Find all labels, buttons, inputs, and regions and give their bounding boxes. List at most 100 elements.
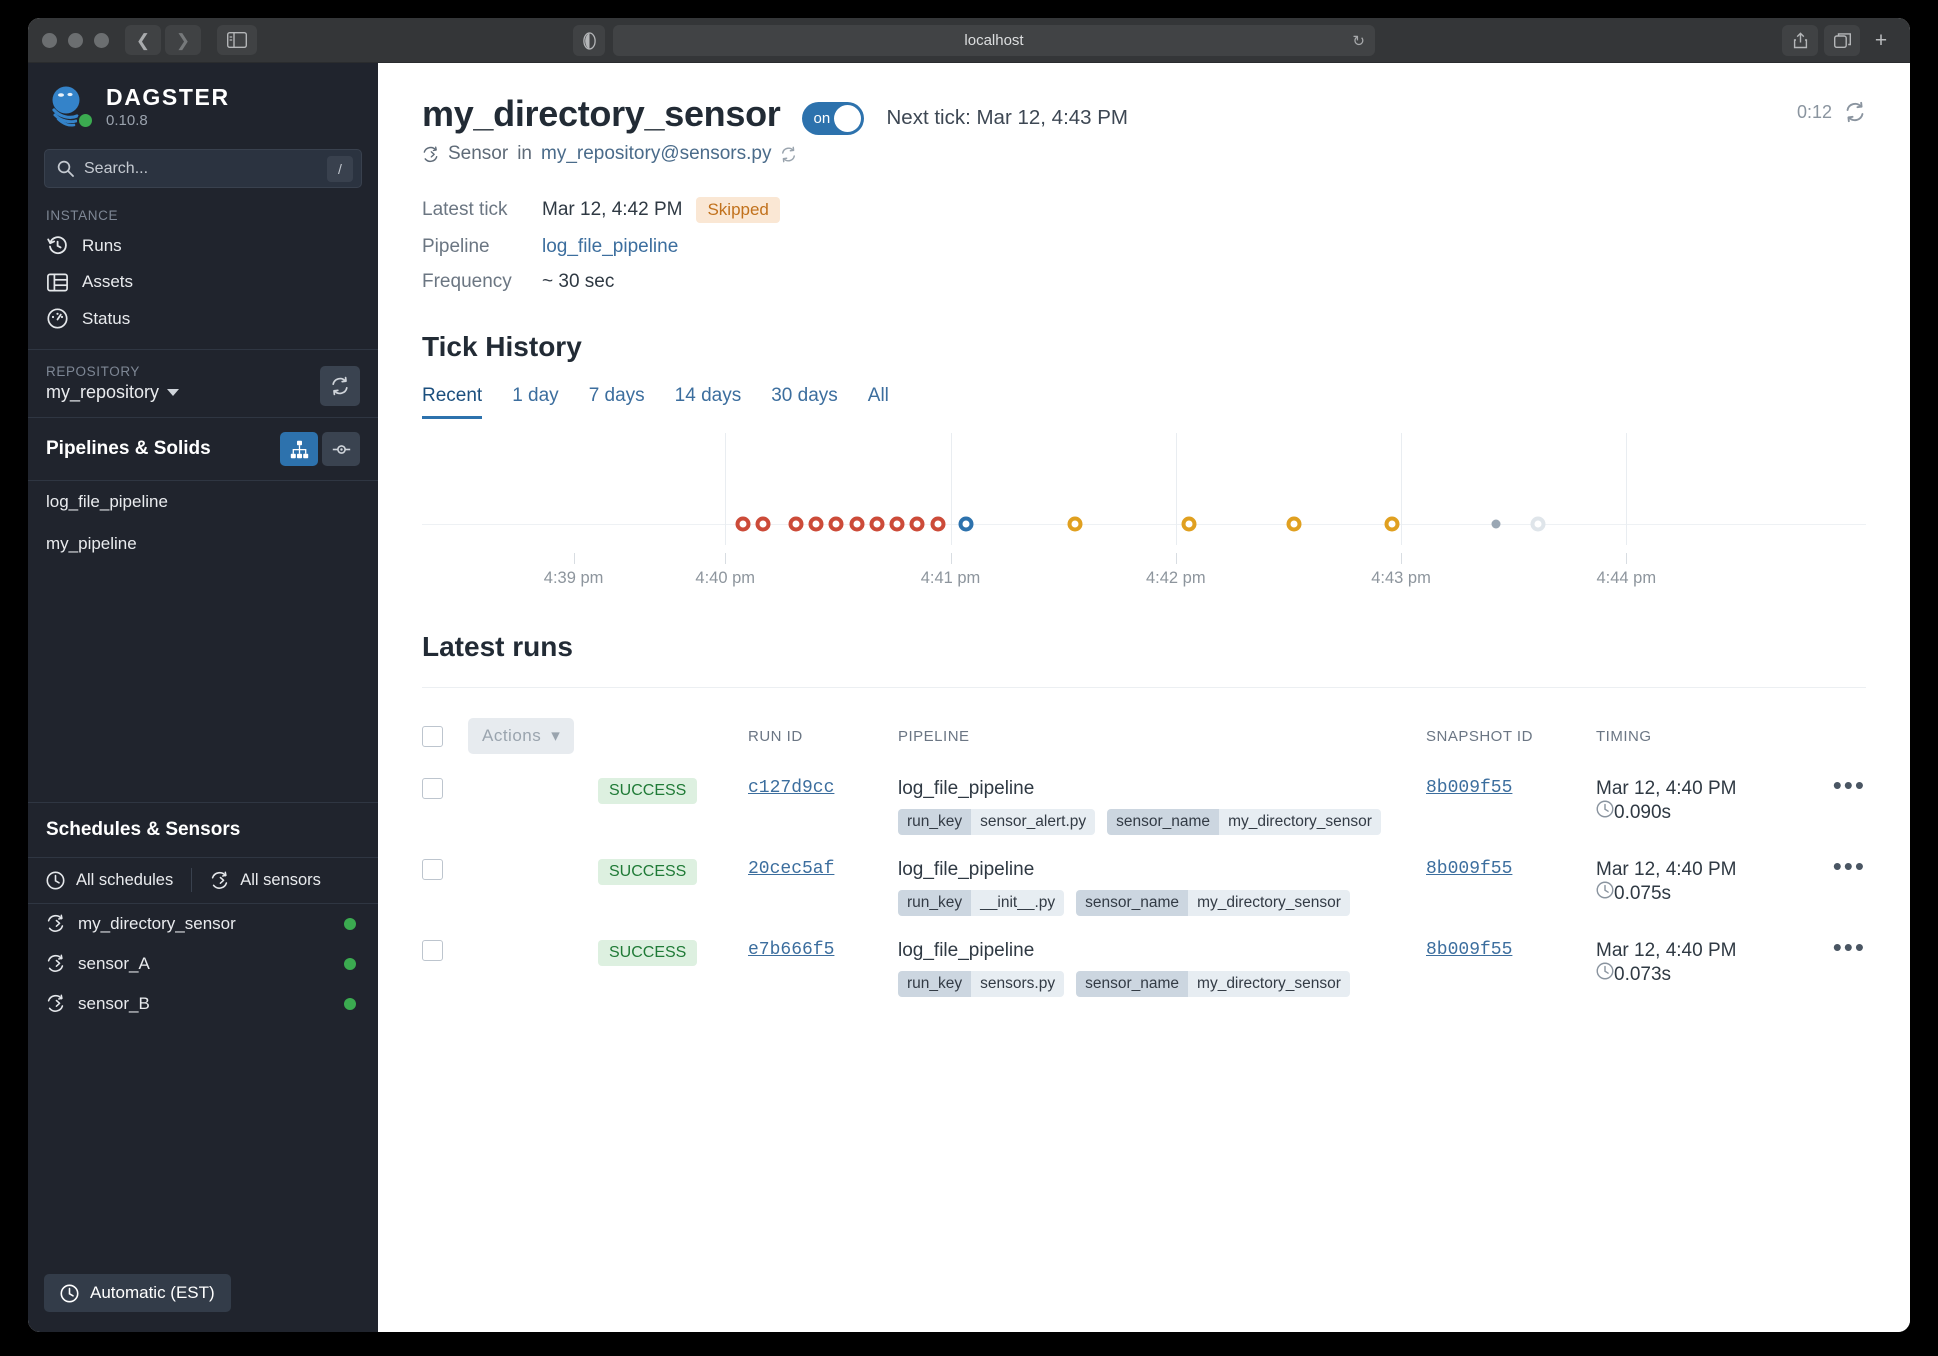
tick-point-started[interactable] [958, 516, 974, 532]
run-tag[interactable]: sensor_name my_directory_sensor [1076, 971, 1350, 997]
timezone-button[interactable]: Automatic (EST) [44, 1274, 231, 1312]
all-sensors-link[interactable]: All sensors [192, 858, 339, 903]
sidebar-sensor-sensor-a[interactable]: sensor_A [28, 944, 378, 984]
row-checkbox[interactable] [422, 940, 443, 961]
tick-point-future[interactable] [1530, 516, 1546, 532]
reload-repository-button[interactable] [320, 366, 360, 406]
pipeline-link[interactable]: log_file_pipeline [542, 236, 678, 258]
tick-point-skipped[interactable] [1286, 516, 1302, 532]
snapshot-id-link[interactable]: 8b009f55 [1426, 778, 1512, 798]
tick-history-chart[interactable]: 4:39 pm 4:40 pm 4:41 pm 4:42 pm 4:43 pm 4:44 … [422, 433, 1866, 587]
sidebar-item-status[interactable]: Status [28, 300, 378, 337]
row-menu-button[interactable]: ••• [1833, 932, 1866, 962]
tick-point-failure[interactable] [788, 516, 804, 532]
gauge-icon [46, 308, 68, 329]
tick-point-failure[interactable] [909, 516, 925, 532]
reload-icon[interactable]: ↻ [1352, 32, 1365, 50]
snapshot-id-link[interactable]: 8b009f55 [1426, 940, 1512, 960]
tick-point-skipped[interactable] [1384, 516, 1400, 532]
tab-1-day[interactable]: 1 day [512, 385, 558, 419]
tag-key: run_key [898, 890, 972, 916]
pipeline-name: log_file_pipeline [898, 940, 1035, 961]
table-row[interactable]: SUCCESS e7b666f5 log_file_pipeline run_key s… [422, 928, 1866, 1009]
sidebar-item-assets[interactable]: Assets [28, 264, 378, 300]
sidebar-sensor-sensor-b[interactable]: sensor_B [28, 984, 378, 1024]
close-window-button[interactable] [42, 32, 57, 48]
sidebar-sensor-my-directory-sensor[interactable]: my_directory_sensor [28, 904, 378, 944]
pipeline-graph-icon [290, 440, 308, 458]
pipelines-view-toggle [280, 432, 360, 466]
tick-point-failure[interactable] [735, 516, 751, 532]
refresh-icon[interactable] [1844, 101, 1866, 123]
table-row[interactable]: SUCCESS c127d9cc log_file_pipeline run_key s… [422, 766, 1866, 847]
tick-point-failure[interactable] [849, 516, 865, 532]
brand-block[interactable]: DAGSTER 0.10.8 [28, 63, 378, 139]
sensor-on-off-toggle[interactable]: on [802, 102, 865, 135]
tab-recent[interactable]: Recent [422, 385, 483, 419]
main-content: 0:12 my_directory_sensor on Next tick: M… [378, 63, 1910, 1332]
chart-gridline [725, 433, 727, 545]
sidebar-toggle-button[interactable] [217, 25, 257, 55]
tick-point-pending-small[interactable] [1491, 519, 1501, 529]
tab-30-days[interactable]: 30 days [771, 385, 838, 419]
row-menu-button[interactable]: ••• [1833, 770, 1866, 800]
run-id-link[interactable]: c127d9cc [748, 778, 834, 798]
sidebar-footer: Automatic (EST) [28, 1260, 378, 1332]
table-header: Actions ▾ RUN ID PIPELINE SNAPSHOT ID TI… [422, 688, 1866, 766]
refresh-icon[interactable] [780, 146, 797, 163]
instance-section-label: INSTANCE [46, 208, 119, 223]
new-tab-button[interactable]: + [1866, 25, 1896, 56]
tab-overview-button[interactable] [1824, 25, 1860, 56]
tick-point-failure[interactable] [755, 516, 771, 532]
tick-point-failure[interactable] [828, 516, 844, 532]
sidebar-pipeline-my-pipeline[interactable]: my_pipeline [28, 523, 378, 565]
sidebar-item-label: Assets [82, 272, 134, 291]
all-schedules-link[interactable]: All schedules [28, 858, 191, 903]
run-duration: 0.075s [1596, 881, 1806, 905]
forward-button[interactable]: ❯ [165, 25, 201, 55]
sidebar-pipeline-log-file-pipeline[interactable]: log_file_pipeline [28, 481, 378, 523]
sidebar-item-runs[interactable]: Runs [28, 227, 378, 264]
tick-point-skipped[interactable] [1067, 516, 1083, 532]
run-tag[interactable]: run_key __init__.py [898, 890, 1065, 916]
tick-point-failure[interactable] [808, 516, 824, 532]
back-button[interactable]: ❮ [125, 25, 161, 55]
pipeline-graph-view-button[interactable] [280, 432, 318, 466]
tab-all[interactable]: All [868, 385, 889, 419]
solid-list-view-button[interactable] [322, 432, 360, 466]
tab-7-days[interactable]: 7 days [589, 385, 645, 419]
tick-point-failure[interactable] [869, 516, 885, 532]
subhead-repo-link[interactable]: my_repository@sensors.py [541, 143, 771, 165]
run-id-link[interactable]: 20cec5af [748, 859, 834, 879]
address-bar[interactable]: localhost ↻ [613, 25, 1375, 56]
row-menu-button[interactable]: ••• [1833, 851, 1866, 881]
tick-history-tabs: Recent 1 day 7 days 14 days 30 days All [422, 385, 1866, 419]
minimize-window-button[interactable] [68, 32, 83, 48]
tick-point-failure[interactable] [889, 516, 905, 532]
actions-button[interactable]: Actions ▾ [468, 718, 575, 754]
maximize-window-button[interactable] [94, 32, 109, 48]
run-id-link[interactable]: e7b666f5 [748, 940, 834, 960]
row-spacer-cell [468, 847, 598, 928]
run-tag[interactable]: sensor_name my_directory_sensor [1107, 809, 1381, 835]
table-row[interactable]: SUCCESS 20cec5af log_file_pipeline run_key _… [422, 847, 1866, 928]
search-input[interactable]: Search... / [44, 149, 362, 188]
all-schedules-label: All schedules [76, 870, 174, 889]
row-checkbox[interactable] [422, 859, 443, 880]
run-tag[interactable]: run_key sensors.py [898, 971, 1065, 997]
select-all-checkbox[interactable] [422, 725, 443, 747]
row-checkbox[interactable] [422, 778, 443, 799]
run-tag[interactable]: run_key sensor_alert.py [898, 809, 1096, 835]
row-run-id-cell: c127d9cc [748, 766, 898, 847]
reader-mode-button[interactable] [573, 25, 605, 56]
repository-selector[interactable]: my_repository [46, 382, 360, 403]
tick-point-failure[interactable] [930, 516, 945, 532]
refresh-countdown[interactable]: 0:12 [1797, 101, 1866, 123]
row-snapshot-cell: 8b009f55 [1426, 847, 1596, 928]
snapshot-id-link[interactable]: 8b009f55 [1426, 859, 1512, 879]
share-button[interactable] [1782, 25, 1818, 56]
tick-point-skipped[interactable] [1181, 516, 1197, 532]
tab-14-days[interactable]: 14 days [675, 385, 742, 419]
run-tag[interactable]: sensor_name my_directory_sensor [1076, 890, 1350, 916]
